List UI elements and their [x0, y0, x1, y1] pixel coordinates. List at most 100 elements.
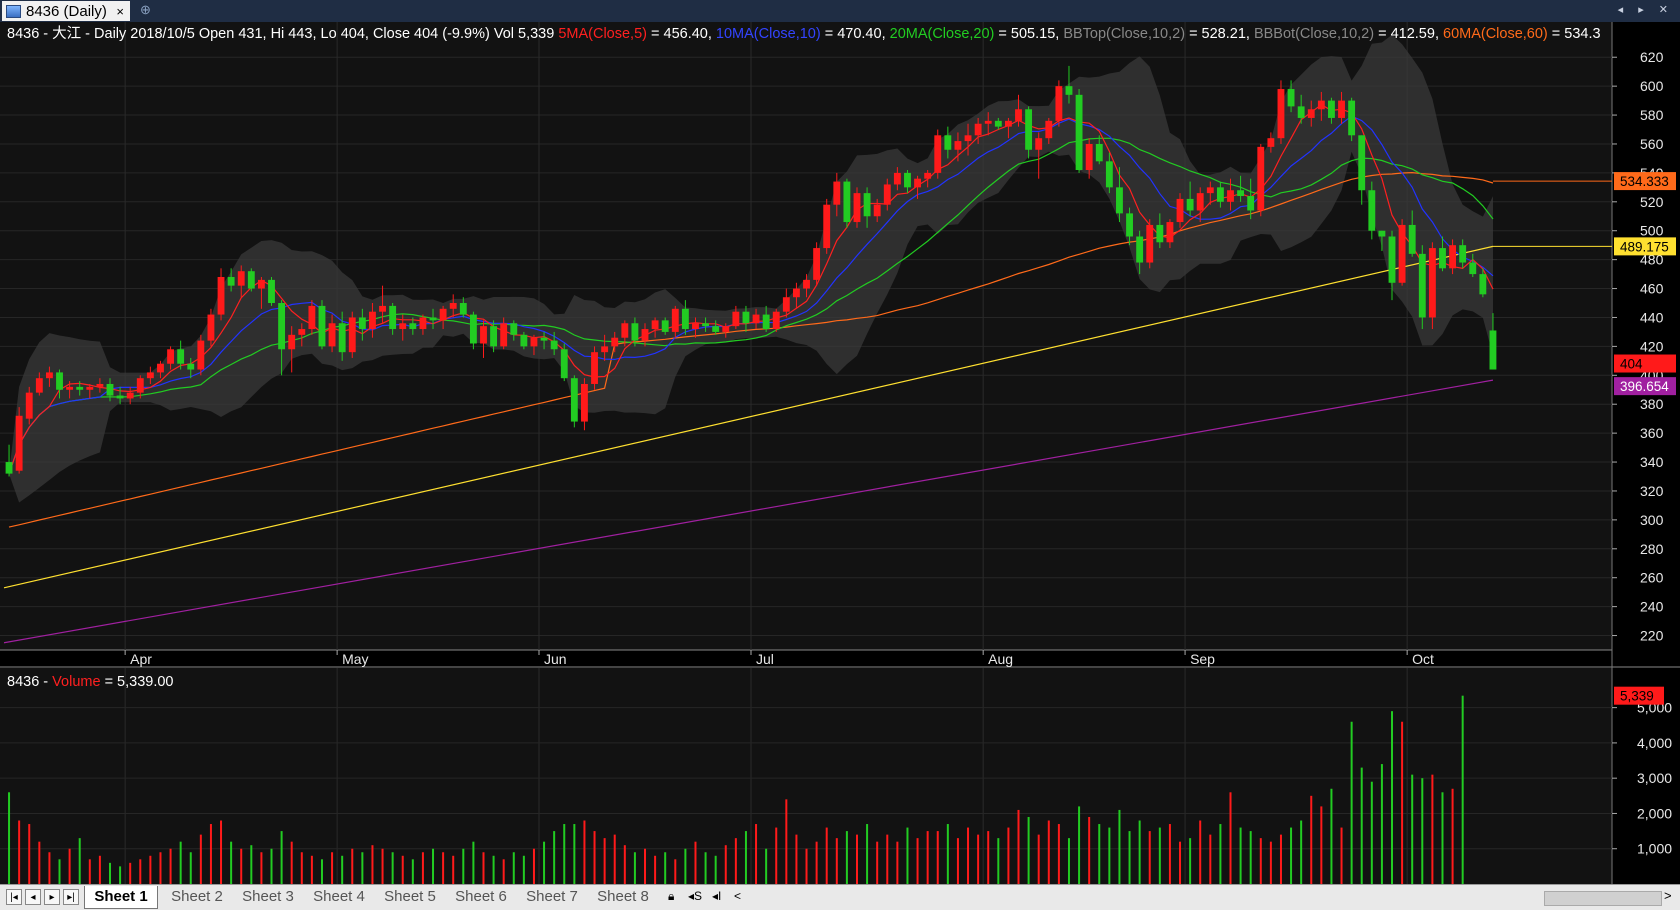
volume-bar [684, 848, 687, 884]
horizontal-scrollbar[interactable] [1544, 891, 1662, 906]
sheet-tab-4[interactable]: Sheet 4 [304, 886, 374, 908]
sheet-tab-3[interactable]: Sheet 3 [233, 886, 303, 908]
volume-bar [1118, 809, 1121, 884]
volume-bar [664, 852, 667, 884]
window-controls[interactable]: ◂ ▸ ✕ [1618, 3, 1674, 16]
candle-body [1418, 253, 1426, 318]
candle-body [954, 141, 962, 150]
volume-bar [1047, 820, 1050, 884]
sheet-tab-6[interactable]: Sheet 6 [446, 886, 516, 908]
candle-body [651, 320, 659, 330]
volume-bar [835, 838, 838, 884]
volume-bar [1179, 841, 1182, 884]
sheet-tab-5[interactable]: Sheet 5 [375, 886, 445, 908]
lock-icon[interactable]: 🔒︎ [668, 889, 674, 904]
candle-body [1146, 224, 1154, 263]
scroll-left-icon[interactable]: < [734, 889, 741, 903]
volume-bar [1229, 792, 1232, 884]
candle-body [1126, 213, 1133, 237]
volume-tick-label: 3,000 [1637, 770, 1672, 786]
tab-label: 8436 (Daily) [26, 2, 107, 20]
volume-bar [1421, 778, 1424, 884]
volume-bar [270, 848, 273, 884]
sheet-s-icon[interactable]: ◂S [688, 889, 702, 903]
candle-body [439, 308, 447, 321]
prev-sheet-button[interactable]: ◂ [25, 889, 41, 905]
volume-bar [139, 859, 142, 884]
next-sheet-button[interactable]: ▸ [44, 889, 60, 905]
volume-bar [240, 848, 243, 884]
volume-bar [714, 855, 717, 884]
candle-body [268, 279, 275, 304]
volume-bar [866, 824, 869, 884]
candle-body [1085, 143, 1093, 170]
candle-body [5, 462, 13, 474]
volume-bar [1391, 711, 1394, 884]
volume-bar [78, 838, 81, 884]
volume-bar [1148, 831, 1151, 884]
month-label: May [342, 651, 368, 667]
candle-body [318, 305, 326, 347]
candle-body [560, 349, 568, 379]
candle-body [1186, 198, 1194, 211]
candle-body [591, 352, 598, 384]
volume-bar [694, 841, 697, 884]
add-tab-icon[interactable]: ⊕ [140, 2, 151, 18]
volume-bar [1098, 824, 1101, 884]
volume-bar [886, 834, 889, 884]
candle-body [914, 178, 921, 188]
price-tick-label: 440 [1640, 309, 1664, 325]
candle-body [217, 276, 225, 315]
sheet-tab-1[interactable]: Sheet 1 [84, 886, 158, 909]
candle-body [601, 346, 609, 353]
price-badge-label: 489.175 [1620, 239, 1669, 254]
volume-bar [593, 831, 596, 884]
sheet-tab-7[interactable]: Sheet 7 [517, 886, 587, 908]
volume-bar [119, 866, 122, 884]
chart-area[interactable]: 6206005805605405205004804604404204003803… [0, 22, 1680, 884]
candle-body [671, 308, 679, 332]
volume-bar [169, 848, 172, 884]
volume-bar [18, 820, 21, 884]
volume-bar [765, 848, 768, 884]
scroll-right-icon[interactable]: > [1664, 888, 1672, 903]
candle-body [1277, 89, 1285, 139]
volume-bar [1088, 816, 1091, 884]
sheet-tab-2[interactable]: Sheet 2 [162, 886, 232, 908]
volume-bar [1340, 827, 1343, 884]
volume-bar [189, 852, 192, 884]
volume-bar [775, 827, 778, 884]
volume-bar [1189, 838, 1192, 884]
volume-bar [1158, 827, 1161, 884]
sheet-tab-8[interactable]: Sheet 8 [588, 886, 658, 908]
candle-body [1408, 224, 1416, 254]
volume-bar [411, 859, 414, 884]
price-tick-label: 240 [1640, 599, 1664, 615]
sheet-insert-icon[interactable]: ◂I [712, 889, 721, 903]
close-tab-icon[interactable]: × [116, 4, 124, 19]
candle-body [369, 311, 376, 330]
candle-body [298, 329, 306, 335]
document-tabbar: 8436 (Daily) × ⊕ ◂ ▸ ✕ [0, 0, 1680, 23]
header-ma60-label: 60MA(Close,60) [1443, 26, 1548, 42]
volume-bar [543, 841, 546, 884]
header-ma5-label: 5MA(Close,5) [558, 26, 647, 42]
first-sheet-button[interactable]: |◂ [6, 889, 22, 905]
last-sheet-button[interactable]: ▸| [63, 889, 79, 905]
candle-body [419, 317, 427, 330]
volume-axis: 5,0004,0003,0002,0001,0005,339 [1612, 686, 1672, 857]
candle-body [45, 372, 53, 379]
volume-bar [452, 855, 455, 884]
tab-8436-daily[interactable]: 8436 (Daily) × [2, 1, 130, 21]
candle-body [1004, 120, 1012, 127]
candle-body [803, 279, 810, 289]
volume-bar [38, 841, 41, 884]
candle-body [1317, 100, 1325, 110]
volume-bar [1441, 792, 1444, 884]
price-tick-label: 560 [1640, 136, 1664, 152]
candle-body [1095, 143, 1103, 162]
volume-bar [260, 852, 263, 884]
volume-bar [1007, 827, 1010, 884]
candle-body [207, 314, 215, 341]
candle-body [35, 378, 43, 393]
